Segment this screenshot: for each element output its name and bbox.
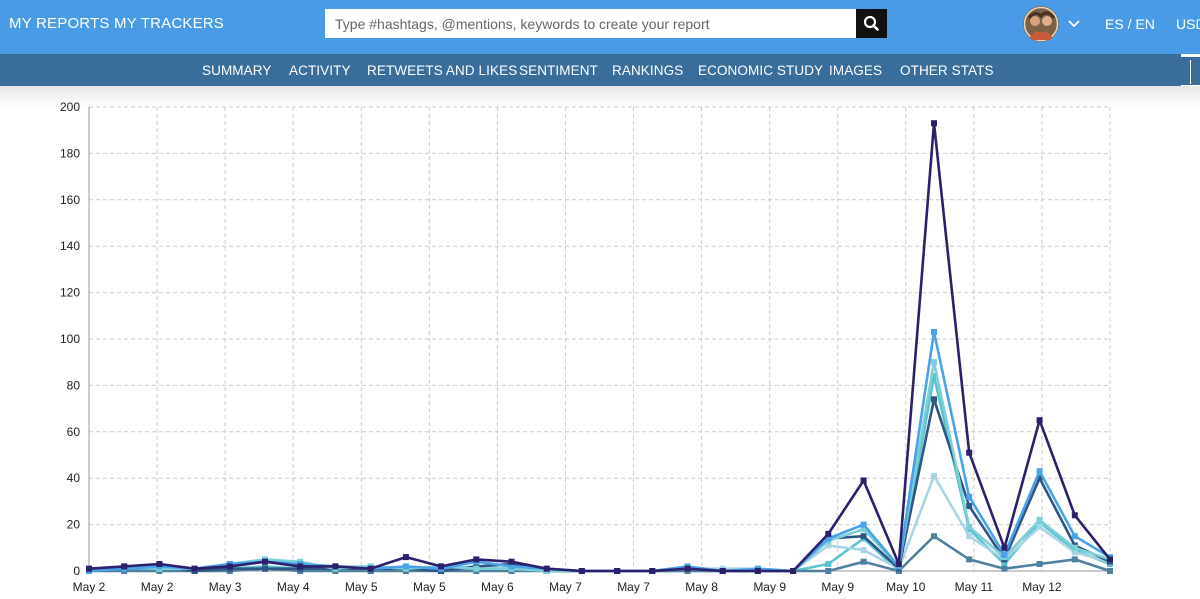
series-line — [88, 330, 1111, 573]
data-point — [1071, 533, 1078, 540]
data-point — [1071, 512, 1078, 519]
x-tick-label: May 7 — [617, 580, 650, 594]
data-point — [649, 568, 656, 574]
data-point — [156, 561, 163, 567]
data-point — [790, 568, 797, 574]
x-tick-label: May 5 — [345, 580, 378, 594]
data-point — [966, 503, 973, 509]
data-point — [543, 565, 550, 572]
y-tick-label: 120 — [60, 286, 80, 300]
x-tick-label: May 10 — [886, 580, 926, 594]
x-tick-label: May 2 — [141, 580, 174, 594]
data-point — [1071, 556, 1078, 563]
data-point — [121, 563, 128, 570]
data-point — [438, 563, 445, 570]
data-point — [473, 556, 480, 563]
data-point — [86, 565, 92, 572]
data-point — [754, 568, 761, 574]
data-point — [1107, 568, 1113, 574]
data-point — [931, 359, 937, 366]
x-tick-label: May 11 — [955, 580, 994, 594]
x-tick-label: May 8 — [685, 580, 718, 594]
y-tick-label: 0 — [73, 564, 80, 578]
data-point — [508, 558, 515, 565]
data-point — [1036, 517, 1043, 523]
data-point — [1107, 556, 1113, 563]
data-point — [966, 533, 973, 540]
series-line — [88, 121, 1112, 573]
data-point — [1001, 544, 1008, 551]
series-line — [88, 397, 1111, 573]
data-point — [367, 565, 374, 572]
data-point — [262, 558, 268, 565]
data-point — [860, 521, 867, 528]
y-tick-label: 200 — [60, 100, 80, 114]
data-point — [684, 565, 691, 572]
y-tick-label: 60 — [67, 425, 81, 439]
x-tick-label: May 6 — [481, 580, 514, 594]
x-tick-label: May 9 — [753, 580, 786, 594]
data-point — [966, 523, 973, 530]
data-point — [578, 568, 585, 574]
data-point — [931, 120, 937, 127]
data-point — [860, 558, 867, 565]
data-point — [402, 554, 409, 561]
data-point — [1001, 565, 1008, 572]
data-point — [931, 329, 937, 335]
data-point — [614, 568, 621, 574]
data-point — [895, 561, 902, 567]
data-point — [825, 568, 832, 574]
y-tick-label: 80 — [67, 378, 81, 392]
data-point — [262, 565, 268, 572]
x-tick-label: May 3 — [209, 580, 242, 594]
data-point — [332, 563, 339, 570]
data-point — [931, 533, 937, 540]
series-line — [88, 360, 1111, 573]
y-tick-label: 140 — [60, 239, 80, 253]
data-point — [931, 472, 937, 479]
data-point — [1036, 468, 1043, 475]
y-tick-label: 20 — [67, 518, 81, 532]
data-point — [1036, 523, 1043, 530]
activity-line-chart: 0 20 40 60 80 100 120 140 160 180 200 May 2 May 2 May… — [60, 100, 1113, 594]
x-tick-label: May 2 — [73, 580, 106, 594]
x-tick-label: May 5 — [413, 580, 446, 594]
data-point — [297, 563, 304, 570]
data-point — [1001, 551, 1008, 558]
data-point — [931, 396, 937, 403]
data-point — [860, 533, 867, 540]
data-point — [860, 477, 867, 484]
x-tick-label: May 9 — [821, 580, 854, 594]
data-point — [473, 565, 480, 572]
data-point — [191, 565, 198, 572]
data-point — [1036, 561, 1043, 567]
data-point — [1071, 544, 1078, 551]
data-point — [966, 556, 973, 563]
data-point — [719, 568, 726, 574]
data-point — [966, 493, 973, 500]
y-tick-label: 100 — [60, 332, 80, 346]
data-point — [1036, 417, 1043, 424]
x-tick-label: May 7 — [549, 580, 582, 594]
series-line — [88, 474, 1111, 573]
data-point — [966, 449, 973, 456]
x-tick-label: May 4 — [277, 580, 310, 594]
data-point — [825, 530, 832, 537]
y-tick-label: 180 — [60, 146, 80, 160]
data-point — [860, 547, 867, 554]
y-tick-label: 40 — [67, 471, 81, 485]
data-point — [226, 563, 233, 570]
x-tick-label: May 12 — [1022, 580, 1062, 594]
data-point — [402, 563, 409, 570]
y-tick-label: 160 — [60, 193, 80, 207]
data-point — [825, 561, 832, 567]
